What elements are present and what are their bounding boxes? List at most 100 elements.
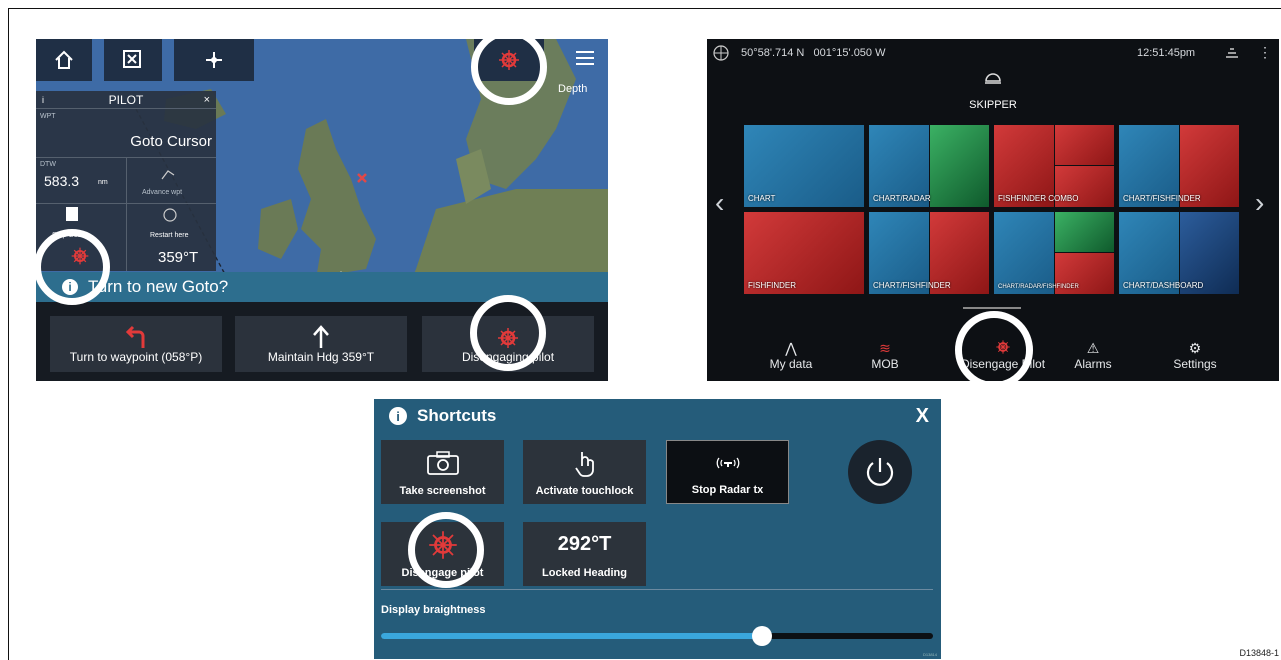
pilot-header: i PILOT × bbox=[36, 91, 216, 109]
arrow-up-icon bbox=[313, 325, 329, 348]
dock-alarms[interactable]: ⚠ Alarms bbox=[1053, 339, 1133, 371]
dock-label: Disengage Pilot bbox=[960, 357, 1046, 371]
stop-goto-button[interactable]: Stop Goto bbox=[52, 232, 84, 239]
dock-my-data[interactable]: ⋀ My data bbox=[751, 339, 831, 371]
app-tile-chart-radar[interactable]: CHART/RADAR bbox=[869, 125, 989, 207]
action-label: Maintain Hdg 359°T bbox=[267, 350, 375, 364]
stop-icon bbox=[66, 207, 78, 221]
tile-label: CHART/DASHBOARD bbox=[1123, 281, 1204, 290]
tile-label: CHART/RADAR/FISHFINDER bbox=[998, 284, 1079, 290]
app-tile-chart-dashboard[interactable]: CHART/DASHBOARD bbox=[1119, 212, 1239, 294]
app-tile-chart-fishfinder[interactable]: CHART/FISHFINDER bbox=[1119, 125, 1239, 207]
app-tile-chart[interactable]: CHART bbox=[744, 125, 864, 207]
home-icon bbox=[55, 50, 73, 69]
heading-value: 359°T bbox=[158, 249, 199, 266]
figure-reference: D13848-1 bbox=[1239, 648, 1279, 658]
power-button[interactable] bbox=[848, 440, 912, 504]
home-button[interactable] bbox=[36, 39, 92, 81]
waypoint-button[interactable] bbox=[104, 39, 162, 81]
autopilot-wheel-icon[interactable] bbox=[70, 246, 90, 266]
radar-transmit-icon bbox=[711, 441, 745, 484]
take-screenshot-button[interactable]: Take screenshot bbox=[381, 440, 504, 504]
dock-label: Settings bbox=[1173, 357, 1217, 371]
image-footnote: D13814 bbox=[922, 652, 937, 657]
goto-prompt: i Turn to new Goto? bbox=[36, 272, 608, 302]
dock-disengage-pilot[interactable]: Disengage Pilot bbox=[953, 339, 1053, 371]
advance-wpt-button[interactable]: Advance wpt bbox=[142, 189, 182, 196]
dtw-unit: nm bbox=[98, 179, 108, 186]
disengage-pilot-button[interactable]: Disengage pilot bbox=[381, 522, 504, 586]
shortcut-label: Disengage pilot bbox=[401, 567, 484, 579]
clock: 12:51:45pm bbox=[1137, 47, 1196, 59]
tile-label: CHART/FISHFINDER bbox=[873, 281, 951, 290]
info-icon[interactable]: i bbox=[42, 95, 44, 105]
more-options-icon[interactable]: ⋮ bbox=[1258, 44, 1272, 61]
home-dock: ⋀ My data ≋ MOB Disengage Pilot ⚠ Alarms ⚙ S… bbox=[707, 333, 1279, 381]
profile-name: SKIPPER bbox=[969, 99, 1017, 111]
divider bbox=[381, 589, 933, 590]
tile-label: CHART/RADAR bbox=[873, 194, 931, 203]
close-icon[interactable]: × bbox=[204, 94, 210, 106]
touch-hand-icon bbox=[572, 440, 598, 485]
waypoint-icon bbox=[123, 50, 141, 68]
shortcut-label: Stop Radar tx bbox=[691, 484, 764, 496]
activate-touchlock-button[interactable]: Activate touchlock bbox=[523, 440, 646, 504]
my-data-icon: ⋀ bbox=[785, 340, 797, 356]
pilot-title: PILOT bbox=[108, 92, 144, 107]
alarm-warning-icon: ⚠ bbox=[1086, 340, 1100, 356]
locked-heading-button[interactable]: 292°T Locked Heading bbox=[523, 522, 646, 586]
close-button[interactable]: X bbox=[916, 405, 929, 428]
wifi-sharing-icon bbox=[1226, 48, 1238, 58]
autopilot-wheel-icon bbox=[428, 522, 458, 567]
brightness-slider-handle[interactable] bbox=[751, 626, 772, 646]
dock-mob[interactable]: ≋ MOB bbox=[845, 339, 925, 371]
brightness-label: Display braightness bbox=[381, 604, 486, 616]
maintain-heading-button[interactable]: Maintain Hdg 359°T bbox=[235, 316, 407, 372]
info-icon: i bbox=[389, 407, 407, 425]
dock-label: MOB bbox=[871, 357, 899, 371]
power-icon bbox=[866, 458, 894, 486]
vessel-icon bbox=[206, 52, 222, 68]
shortcut-label: Activate touchlock bbox=[535, 485, 634, 497]
chevron-left-icon[interactable]: ‹ bbox=[715, 187, 724, 219]
dock-label: My data bbox=[769, 357, 813, 371]
shortcut-label: Take screenshot bbox=[399, 485, 486, 497]
home-screen: 50°58'.714 N 001°15'.050 W 12:51:45pm ⋮ … bbox=[707, 39, 1279, 381]
app-tile-fishfinder-combo[interactable]: FISHFINDER COMBO bbox=[994, 125, 1114, 207]
prompt-text: Turn to new Goto? bbox=[88, 277, 229, 296]
turn-to-waypoint-button[interactable]: Turn to waypoint (058°P) bbox=[50, 316, 222, 372]
autopilot-wheel-icon bbox=[498, 328, 518, 348]
gps-position: 50°58'.714 N 001°15'.050 W bbox=[741, 47, 886, 59]
wpt-value: Goto Cursor bbox=[130, 133, 212, 150]
chevron-right-icon[interactable]: › bbox=[1255, 187, 1264, 219]
action-bar: Turn to waypoint (058°P) Maintain Hdg 35… bbox=[36, 302, 608, 381]
app-tile-chart-fishfinder-2[interactable]: CHART/FISHFINDER bbox=[869, 212, 989, 294]
action-label: Turn to waypoint (058°P) bbox=[69, 350, 203, 364]
find-ship-button[interactable] bbox=[174, 39, 254, 81]
dock-settings[interactable]: ⚙ Settings bbox=[1155, 339, 1235, 371]
stop-radar-tx-button[interactable]: Stop Radar tx bbox=[666, 440, 789, 504]
profile-icon[interactable] bbox=[983, 69, 1003, 87]
restart-here-button[interactable]: Restart here bbox=[150, 232, 189, 239]
heading-value: 292°T bbox=[557, 533, 612, 555]
shortcuts-title: Shortcuts bbox=[417, 406, 497, 425]
wpt-label: WPT bbox=[40, 113, 56, 120]
tile-label: FISHFINDER bbox=[748, 281, 796, 290]
app-tile-chart-radar-fishfinder[interactable]: CHART/RADAR/FISHFINDER bbox=[994, 212, 1114, 294]
menu-button[interactable] bbox=[556, 39, 608, 81]
status-bar: 50°58'.714 N 001°15'.050 W 12:51:45pm ⋮ bbox=[707, 39, 1279, 67]
mob-icon: ≋ bbox=[879, 340, 891, 356]
shortcut-label: Locked Heading bbox=[542, 567, 627, 579]
globe-icon bbox=[713, 45, 729, 61]
dtw-value: 583.3 bbox=[44, 173, 80, 189]
tile-label: CHART/FISHFINDER bbox=[1123, 194, 1201, 203]
pilot-button[interactable] bbox=[474, 39, 544, 81]
depth-label: Depth bbox=[558, 83, 588, 95]
autopilot-wheel-icon bbox=[953, 339, 1053, 357]
brightness-slider-track[interactable] bbox=[381, 633, 933, 639]
figure-frame: Depth i PILOT × WPT Goto Cursor DTW 583.… bbox=[8, 8, 1281, 660]
disengaging-pilot-button[interactable]: Disengaging pilot bbox=[422, 316, 594, 372]
turn-left-arrow-icon bbox=[125, 325, 145, 348]
app-tile-fishfinder[interactable]: FISHFINDER bbox=[744, 212, 864, 294]
tile-label: FISHFINDER COMBO bbox=[998, 194, 1079, 203]
